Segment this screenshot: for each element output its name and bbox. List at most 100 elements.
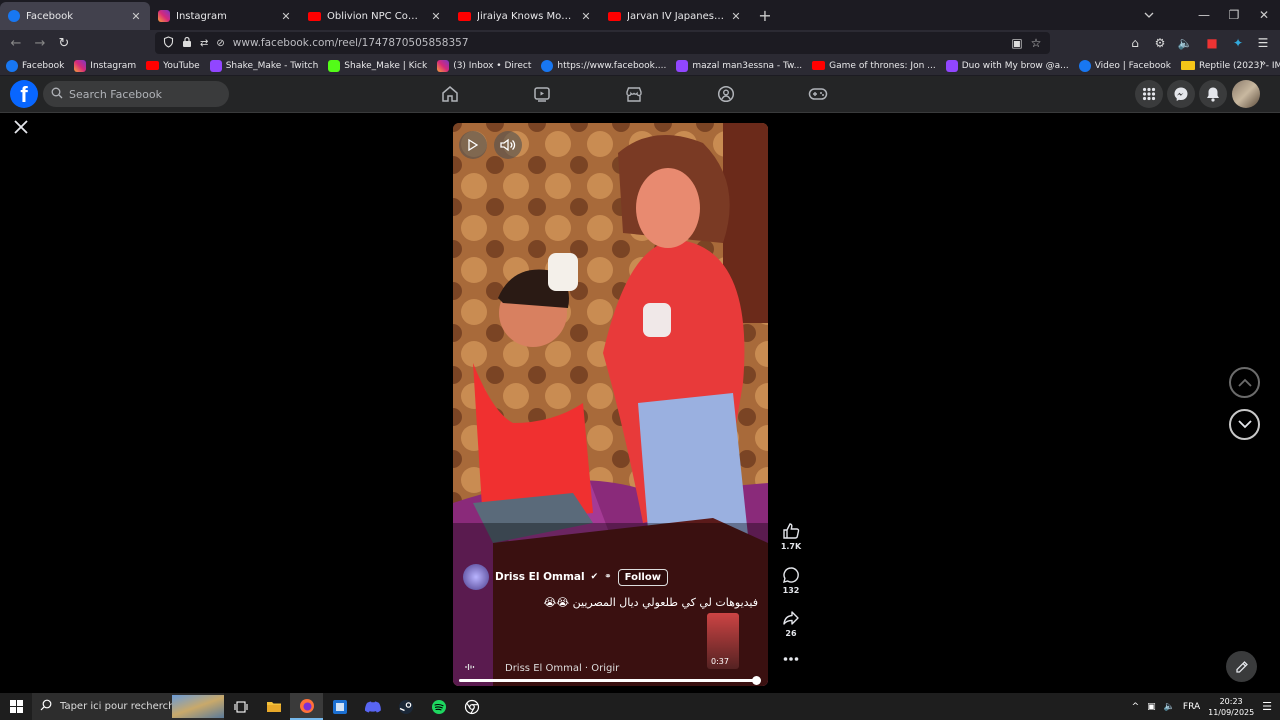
bookmark-item[interactable]: (3) Inbox • Direct — [437, 59, 531, 72]
play-button[interactable] — [459, 131, 487, 159]
taskbar-search-placeholder: Taper ici pour rechercher — [60, 701, 185, 712]
bookmark-item[interactable]: YouTube — [146, 61, 200, 71]
tw-favicon-icon — [945, 59, 958, 72]
previous-reel-button[interactable] — [1229, 367, 1260, 398]
bookmark-item[interactable]: mazal man3essna - Tw... — [676, 59, 802, 72]
search-input[interactable] — [69, 87, 219, 101]
discord-icon[interactable] — [356, 693, 389, 720]
marketplace-nav-icon[interactable] — [622, 82, 646, 106]
speaker-icon[interactable]: 🔈 — [1176, 34, 1194, 52]
bookmark-item[interactable]: Game of thrones: Jon ... — [812, 61, 936, 71]
browser-tab[interactable]: Instagram ✕ — [150, 2, 300, 30]
list-tabs-icon[interactable] — [1133, 0, 1165, 30]
close-tab-icon[interactable]: ✕ — [130, 10, 142, 23]
firefox-icon[interactable] — [290, 693, 323, 720]
close-tab-icon[interactable]: ✕ — [580, 10, 592, 23]
share-count: 26 — [785, 629, 797, 638]
minimize-icon[interactable]: — — [1188, 0, 1220, 30]
bookmark-star-icon[interactable]: ☆ — [1027, 34, 1045, 52]
menu-grid-icon[interactable] — [1135, 80, 1163, 108]
verified-badge-icon: ✔ — [590, 572, 599, 582]
search-box[interactable] — [43, 81, 229, 107]
more-options-icon[interactable] — [778, 656, 804, 664]
bookmarks-overflow-icon[interactable]: » — [1260, 58, 1266, 69]
notifications-icon[interactable]: ☰ — [1262, 700, 1272, 713]
file-explorer-icon[interactable] — [257, 693, 290, 720]
network-icon[interactable]: ▣ — [1147, 702, 1156, 712]
bookmark-item[interactable]: Facebook — [6, 59, 64, 72]
close-tab-icon[interactable]: ✕ — [430, 10, 442, 23]
home-nav-icon[interactable] — [438, 82, 462, 106]
reload-icon[interactable]: ↻ — [52, 36, 76, 51]
browser-tab[interactable]: Facebook ✕ — [0, 2, 150, 30]
close-tab-icon[interactable]: ✕ — [730, 10, 742, 23]
groups-nav-icon[interactable] — [714, 82, 738, 106]
addon-2-icon[interactable]: ✦ — [1229, 34, 1247, 52]
url-bar[interactable]: ⇄ ⊘ www.facebook.com/reel/17478705058583… — [155, 32, 1050, 54]
audio-info[interactable]: Driss El Ommal · Origir — [465, 663, 619, 674]
thumbs-up-icon — [783, 523, 800, 539]
bookmark-item[interactable]: Instagram — [74, 59, 136, 72]
globe-icon: ⚭ — [604, 572, 612, 582]
taskbar-search[interactable]: Taper ici pour rechercher — [32, 693, 224, 720]
browser-tab[interactable]: Jarvan IV Japanese Voice-O ✕ — [600, 2, 750, 30]
chrome-like-icon[interactable] — [455, 693, 488, 720]
next-reel-button[interactable] — [1229, 409, 1260, 440]
new-tab-button[interactable]: + — [750, 6, 780, 25]
steam-icon[interactable] — [389, 693, 422, 720]
kk-favicon-icon — [328, 59, 341, 72]
windows-start-icon[interactable] — [0, 693, 32, 720]
bookmark-item[interactable]: Shake_Make - Twitch — [209, 59, 318, 72]
tray-overflow-icon[interactable]: ^ — [1132, 702, 1140, 712]
addon-icon[interactable]: ■ — [1203, 34, 1221, 52]
comment-button[interactable]: 132 — [778, 566, 804, 595]
back-icon[interactable]: ← — [4, 36, 28, 51]
notifications-bell-icon[interactable] — [1199, 80, 1227, 108]
bookmark-label: Game of thrones: Jon ... — [829, 60, 936, 71]
profile-avatar[interactable] — [1232, 80, 1260, 108]
task-view-icon[interactable] — [224, 693, 257, 720]
lock-icon — [182, 36, 192, 51]
picture-in-picture-icon[interactable]: ▣ — [1008, 34, 1026, 52]
browser-tab[interactable]: Oblivion NPC Conversation ✕ — [300, 2, 450, 30]
create-post-button[interactable] — [1226, 651, 1257, 682]
clock[interactable]: 20:23 11/09/2025 — [1208, 696, 1254, 718]
yt-favicon-icon — [608, 11, 621, 21]
home-icon[interactable]: ⌂ — [1126, 34, 1144, 52]
ig-favicon-icon — [437, 59, 450, 72]
menu-icon[interactable]: ☰ — [1254, 34, 1272, 52]
app-icon[interactable] — [323, 693, 356, 720]
forward-icon[interactable]: → — [28, 36, 52, 51]
volume-icon[interactable]: 🔈 — [1164, 702, 1175, 712]
bookmark-item[interactable]: Duo with My brow @a... — [945, 59, 1069, 72]
clock-date: 11/09/2025 — [1208, 707, 1255, 717]
restore-icon[interactable]: ❐ — [1218, 0, 1250, 30]
like-button[interactable]: 1.7K — [778, 522, 804, 551]
progress-handle[interactable] — [752, 676, 761, 685]
author-avatar[interactable] — [463, 564, 489, 590]
author-name[interactable]: Driss El Ommal — [495, 571, 585, 583]
url-text[interactable]: www.facebook.com/reel/1747870505858357 — [233, 37, 469, 49]
video-progress-bar[interactable] — [459, 676, 761, 685]
close-window-icon[interactable]: ✕ — [1248, 0, 1280, 30]
close-reel-icon[interactable] — [12, 118, 30, 136]
reel-video[interactable]: Driss El Ommal ✔ ⚭ Follow فيديوهات لي كي… — [453, 123, 768, 686]
progress-fill — [459, 679, 756, 682]
close-tab-icon[interactable]: ✕ — [280, 10, 292, 23]
bookmark-item[interactable]: https://www.facebook.... — [541, 59, 666, 72]
bookmark-item[interactable]: Video | Facebook — [1078, 59, 1171, 72]
facebook-logo[interactable]: f — [10, 80, 38, 108]
system-tray: ^ ▣ 🔈 FRA 20:23 11/09/2025 ☰ — [1132, 693, 1280, 720]
follow-button[interactable]: Follow — [617, 568, 668, 586]
volume-button[interactable] — [494, 131, 522, 159]
language-indicator[interactable]: FRA — [1183, 702, 1200, 712]
share-button[interactable]: 26 — [778, 609, 804, 638]
messenger-icon[interactable] — [1167, 80, 1195, 108]
like-count: 1.7K — [780, 542, 802, 551]
gaming-nav-icon[interactable] — [806, 82, 830, 106]
bookmark-item[interactable]: Shake_Make | Kick — [328, 59, 427, 72]
video-nav-icon[interactable] — [530, 82, 554, 106]
spotify-icon[interactable] — [422, 693, 455, 720]
browser-tab[interactable]: Jiraiya Knows More Jutsu Th ✕ — [450, 2, 600, 30]
extensions-icon[interactable]: ⚙ — [1151, 34, 1169, 52]
